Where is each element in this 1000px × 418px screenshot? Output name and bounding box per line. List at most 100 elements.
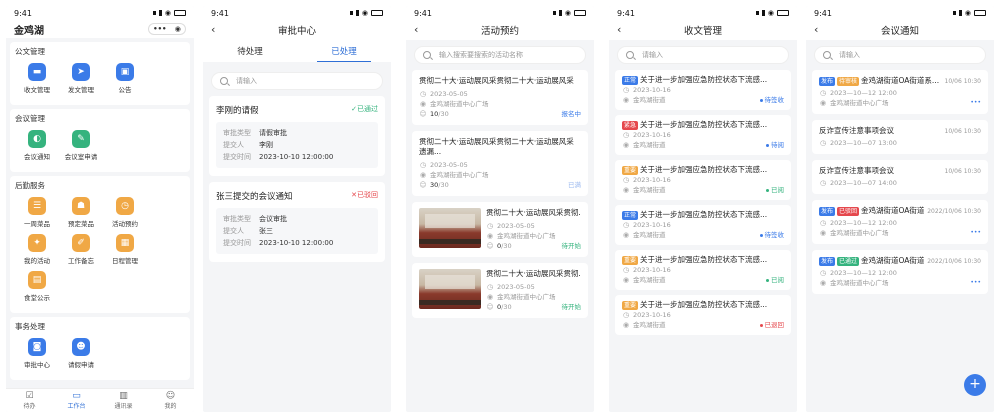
search-input[interactable]: 请输入 (814, 46, 986, 64)
detail-value: 李刚 (259, 141, 273, 149)
status-icons: ◉ (152, 9, 186, 17)
app-item[interactable]: ◐ 会议通知 (15, 130, 59, 161)
doc-card[interactable]: 重要 关于进一步加强应急防控状态下流感... ◷ 2023-10-16 ◉ 金鸡湖街道 已阅 (615, 250, 791, 290)
page-title: 审批中心 (277, 26, 316, 37)
app-item[interactable]: ☻ 请假申请 (59, 338, 103, 369)
detail-key: 提交人 (223, 141, 244, 149)
doc-card[interactable]: 重要 关于进一步加强应急防控状态下流感... ◷ 2023-10-16 ◉ 金鸡湖街道 已阅 (615, 160, 791, 200)
tab-label: 通讯录 (114, 403, 133, 410)
food-icon: ☰ (28, 197, 46, 215)
event-count-total: /30 (438, 181, 449, 189)
meeting-card[interactable]: 反诈宣传注意事项会议 10/06 10:30 ◷ 2023—10—07 14:00 (812, 160, 988, 194)
meeting-title-row: 发布已驳回金鸡湖街道OA街道系... (819, 206, 924, 216)
app-label: 发文管理 (68, 86, 94, 94)
event-title: 贯彻二十大·运动展风采贯彻... (486, 208, 581, 217)
close-circle-icon[interactable]: ◉ (175, 25, 181, 33)
more-icon[interactable]: ••• (970, 228, 981, 238)
doc-card[interactable]: 正常 关于进一步加强应急防控状态下流感... ◷ 2023-10-16 ◉ 金鸡湖街道 待签… (615, 70, 791, 110)
back-chevron-icon[interactable]: ‹ (814, 23, 818, 36)
event-card[interactable]: 贯彻二十大·运动展风采贯彻... ◷ 2023-05-05 ◉ 金鸡湖街道中心广场 ☺ 0/… (412, 263, 588, 318)
page-title: 会议通知 (880, 26, 919, 37)
meeting-footer: ◉ 金鸡湖街道中心广场 ••• (819, 228, 981, 238)
page-title: 活动预约 (480, 26, 519, 37)
home-section: 公文管理 ▬ 收文管理 ➤ 发文管理 ▣ 公告 (10, 42, 190, 105)
meeting-time: 10/06 10:30 (944, 77, 982, 85)
app-grid: ◐ 会议通知 ✎ 会议室申请 (15, 130, 185, 167)
search-icon (423, 51, 431, 59)
nav-bar: ‹ 收文管理 (609, 20, 797, 40)
doc-status: 待阅 (766, 140, 784, 150)
more-icon[interactable]: ••• (970, 278, 981, 288)
doc-card[interactable]: 紧急 关于进一步加强应急防控状态下流感... ◷ 2023-10-16 ◉ 金鸡湖街道 待阅 (615, 115, 791, 155)
tab-desk[interactable]: ▭ 工作台 (53, 389, 100, 412)
tab-processed[interactable]: 已处理 (297, 40, 391, 62)
section-title: 后勤服务 (15, 181, 45, 190)
meeting-title: 金鸡湖街道OA街道系... (861, 76, 940, 85)
meeting-place: ◉ 金鸡湖街道中心广场 (819, 98, 889, 108)
search-placeholder: 请输入 (236, 77, 257, 85)
search-placeholder: 请输入 (642, 51, 663, 59)
status-bar: 9:41 ◉ (6, 6, 194, 20)
doc-card[interactable]: 正常 关于进一步加强应急防控状态下流感... ◷ 2023-10-16 ◉ 金鸡湖街道 待签… (615, 205, 791, 245)
meeting-date: ◷ 2023—10—07 13:00 (819, 138, 981, 148)
event-status: 待开始 (561, 303, 582, 311)
tab-contacts[interactable]: ▥ 通讯录 (100, 389, 147, 412)
app-item[interactable]: ➤ 发文管理 (59, 63, 103, 94)
detail-key: 审批类型 (223, 215, 251, 223)
person-icon: ☻ (72, 338, 90, 356)
clock-icon: ◷ (622, 86, 630, 94)
approval-title: 张三提交的会议通知 (216, 192, 293, 202)
status-text: 已驳回 (357, 191, 378, 199)
doc-title-row: 紧急 关于进一步加强应急防控状态下流感... (622, 120, 784, 130)
profile-icon: ☺ (165, 391, 176, 401)
tab-todo[interactable]: ☑ 待办 (6, 389, 53, 412)
back-chevron-icon[interactable]: ‹ (414, 23, 418, 36)
tab-pending[interactable]: 待处理 (203, 40, 297, 62)
event-card[interactable]: 贯彻二十大·运动展风采贯彻二十大·运动展风采遗漏... ◷ 2023-05-05 ◉ 金… (412, 131, 588, 196)
app-grid: ☰ 一周菜品 ☗ 预定菜品 ◷ 活动预约 ✦ 我的活动 ✐ 工作备忘 ▦ 日程管理 ▤ 食堂公示 (15, 197, 185, 308)
meeting-card[interactable]: 发布已驳回金鸡湖街道OA街道系...2022/10/06 10:30 ◷2023—… (812, 200, 988, 244)
meeting-place: ◉ 金鸡湖街道中心广场 (819, 228, 889, 238)
more-icon[interactable]: ••• (970, 98, 981, 108)
app-item[interactable]: ▤ 食堂公示 (15, 271, 59, 302)
back-chevron-icon[interactable]: ‹ (211, 23, 215, 36)
event-card[interactable]: 贯彻二十大·运动展风采贯彻二十大·运动展风采 ◷ 2023-05-05 ◉ 金鸡湖街道中… (412, 70, 588, 125)
app-item[interactable]: ✐ 工作备忘 (59, 234, 103, 265)
search-input[interactable]: 请输入 (617, 46, 789, 64)
app-label: 一周菜品 (24, 220, 50, 228)
meeting-card[interactable]: 发布已通过金鸡湖街道OA街道系...2022/10/06 10:30 ◷2023—… (812, 250, 988, 294)
meeting-tag: 发布 (819, 257, 836, 266)
app-item[interactable]: ☰ 一周菜品 (15, 197, 59, 228)
event-card[interactable]: 贯彻二十大·运动展风采贯彻... ◷ 2023-05-05 ◉ 金鸡湖街道中心广场 ☺ 0/… (412, 202, 588, 257)
meeting-date: ◷ 2023—10—12 12:00 (819, 268, 981, 278)
doc-status-text: 待签收 (764, 231, 785, 239)
approval-header: 李刚的请假 ✓已通过 (216, 104, 378, 116)
app-item[interactable]: ✦ 我的活动 (15, 234, 59, 265)
event-date-text: 2023-05-05 (430, 161, 468, 169)
add-button[interactable]: + (964, 374, 986, 396)
docs-screen: 9:41 ◉ ‹ 收文管理 请输入 正常 关于进一步加强应急防控状态下流感... ◷ 20… (609, 6, 797, 412)
calendar-icon: ▦ (116, 234, 134, 252)
back-chevron-icon[interactable]: ‹ (617, 23, 621, 36)
event-count-total: /30 (501, 242, 512, 250)
search-input[interactable]: 请输入 (211, 72, 383, 90)
search-input[interactable]: 输入搜索要搜索的活动名称 (414, 46, 586, 64)
event-body: 贯彻二十大·运动展风采贯彻二十大·运动展风采遗漏... ◷ 2023-05-05 ◉ 金… (419, 137, 581, 190)
approval-card[interactable]: 李刚的请假 ✓已通过 审批类型 请假审批 提交人 李刚 提交时间 2023-10-10 12:… (209, 96, 385, 176)
app-item[interactable]: ✎ 会议室申请 (59, 130, 103, 161)
approval-card[interactable]: 张三提交的会议通知 ✕已驳回 审批类型 会议审批 提交人 张三 提交时间 2023-10-10… (209, 182, 385, 262)
capsule-menu[interactable]: ••• ◉ (148, 23, 186, 35)
status-dot-icon (759, 98, 763, 102)
app-item[interactable]: ◙ 审批中心 (15, 338, 59, 369)
app-item[interactable]: ▦ 日程管理 (103, 234, 147, 265)
meeting-card[interactable]: 发布 待审核 金鸡湖街道OA街道系... 10/06 10:30 ◷ 2023—10—12… (812, 70, 988, 114)
tab-profile[interactable]: ☺ 我的 (147, 389, 194, 412)
more-icon[interactable]: ••• (153, 25, 166, 33)
event-footer: ☺ 10/30 报名中 (419, 109, 581, 119)
app-item[interactable]: ☗ 预定菜品 (59, 197, 103, 228)
app-item[interactable]: ▣ 公告 (103, 63, 147, 94)
meeting-card[interactable]: 反诈宣传注意事项会议 10/06 10:30 ◷ 2023—10—07 13:00 (812, 120, 988, 154)
app-item[interactable]: ◷ 活动预约 (103, 197, 147, 228)
doc-card[interactable]: 重要 关于进一步加强应急防控状态下流感... ◷ 2023-10-16 ◉ 金鸡湖街道 已退… (615, 295, 791, 335)
app-item[interactable]: ▬ 收文管理 (15, 63, 59, 94)
